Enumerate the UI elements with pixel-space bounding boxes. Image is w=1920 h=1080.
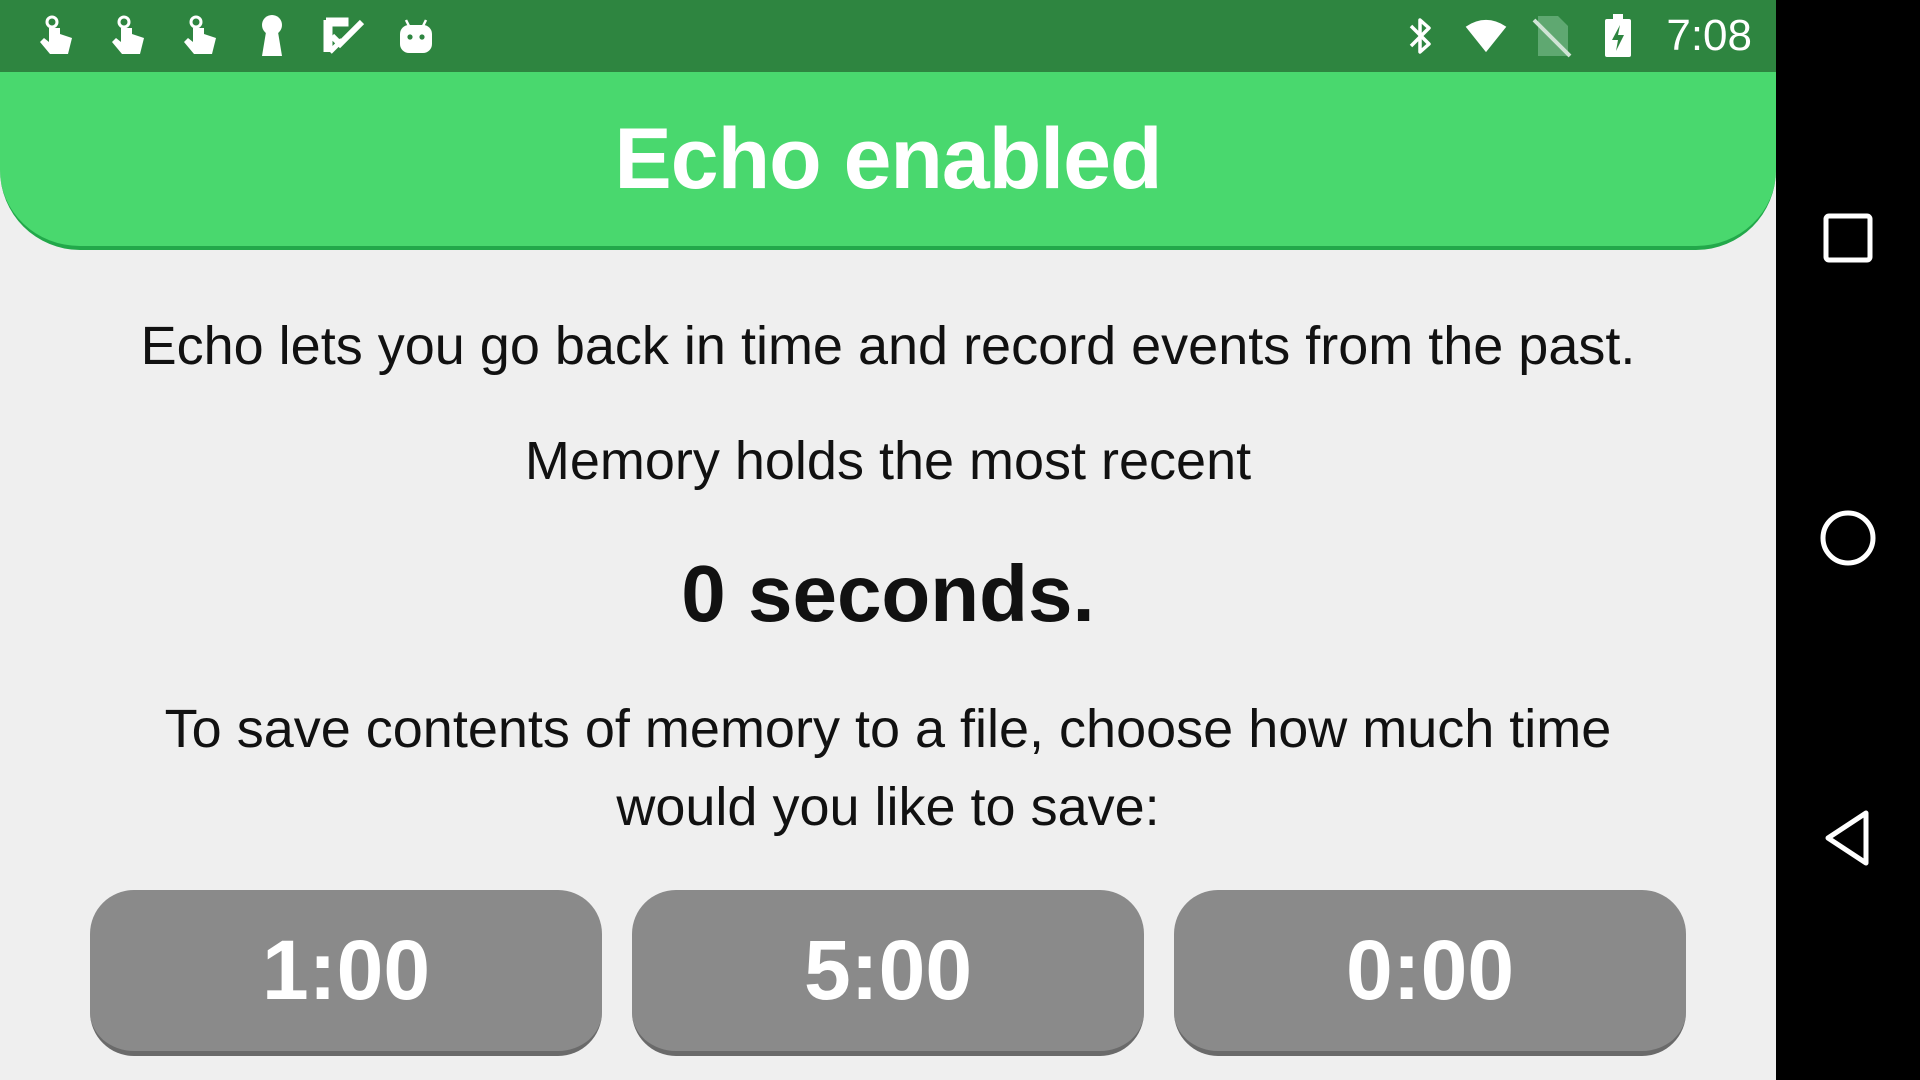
recents-button[interactable]: [1812, 204, 1884, 276]
status-clock: 7:08: [1666, 11, 1752, 60]
memory-seconds-value: 0 seconds.: [681, 549, 1095, 638]
app-header: Echo enabled: [0, 72, 1776, 250]
system-icons: 7:08: [1398, 10, 1752, 62]
touch-icon: [32, 12, 80, 60]
wifi-icon: [1464, 12, 1508, 60]
save-5-00-button[interactable]: 5:00: [632, 890, 1144, 1056]
save-0-00-button[interactable]: 0:00: [1174, 890, 1686, 1056]
status-bar: 7:08: [0, 0, 1776, 72]
touch-icon: [104, 12, 152, 60]
no-sim-icon: [1530, 12, 1574, 60]
intro-text: Echo lets you go back in time and record…: [140, 316, 1636, 376]
android-icon: [392, 12, 440, 60]
battery-charging-icon: [1596, 12, 1640, 60]
check-icon: [320, 12, 368, 60]
save-1-00-button[interactable]: 1:00: [90, 890, 602, 1056]
recents-icon: [1822, 212, 1874, 269]
save-duration-buttons: 1:00 5:00 0:00: [90, 890, 1686, 1058]
touch-icon: [176, 12, 224, 60]
home-icon: [1819, 509, 1877, 572]
notification-icons: [32, 12, 440, 60]
navigation-bar: [1776, 0, 1920, 1080]
bluetooth-icon: [1398, 12, 1442, 60]
home-button[interactable]: [1812, 504, 1884, 576]
page-title: Echo enabled: [614, 110, 1162, 207]
back-icon: [1822, 809, 1874, 872]
back-button[interactable]: [1812, 804, 1884, 876]
keyhole-icon: [248, 12, 296, 60]
save-prompt-text: To save contents of memory to a file, ch…: [164, 699, 1612, 837]
memory-holds-text: Memory holds the most recent: [524, 431, 1252, 491]
